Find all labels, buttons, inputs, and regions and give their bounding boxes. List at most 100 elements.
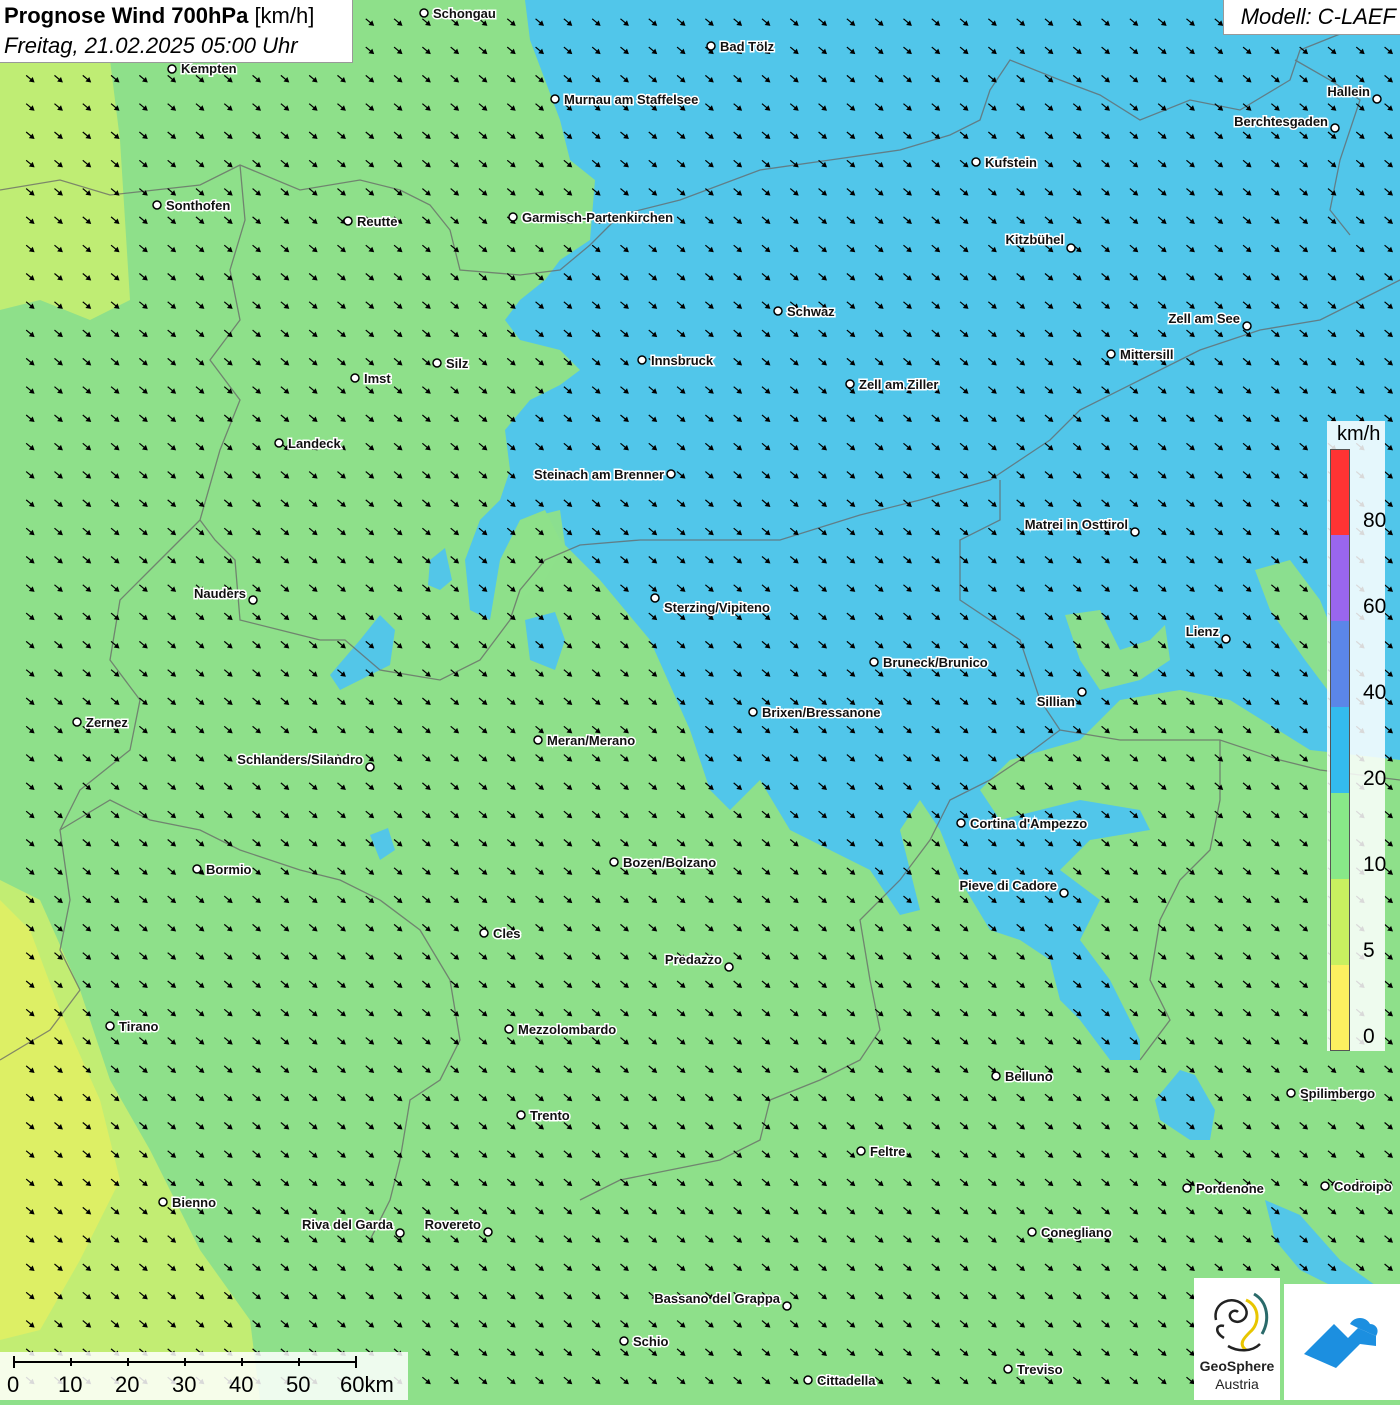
city-label: Cles xyxy=(493,926,520,941)
city-marker[interactable]: Steinach am Brenner xyxy=(532,466,676,484)
city-marker[interactable]: Brixen/Bressanone xyxy=(748,704,882,722)
city-dot-icon xyxy=(1372,94,1382,104)
legend-label: 0 xyxy=(1363,1025,1375,1048)
city-label: Landeck xyxy=(288,436,342,451)
city-dot-icon xyxy=(550,94,560,104)
legend-label: 40 xyxy=(1363,681,1387,704)
city-label: Lienz xyxy=(1186,624,1220,639)
weather-app-logo[interactable] xyxy=(1284,1284,1400,1400)
city-dot-icon xyxy=(706,41,716,51)
city-dot-icon xyxy=(782,1301,792,1311)
city-label: Reutte xyxy=(357,214,397,229)
city-dot-icon xyxy=(619,1336,629,1346)
legend-swatch-80 xyxy=(1331,450,1349,535)
city-marker[interactable]: Pordenone xyxy=(1182,1180,1265,1198)
city-dot-icon xyxy=(1242,321,1252,331)
city-dot-icon xyxy=(274,438,284,448)
title-unit: [km/h] xyxy=(254,3,315,28)
city-label: Mezzolombardo xyxy=(518,1022,616,1037)
city-label: Zell am See xyxy=(1168,311,1240,326)
scale-label: 10 xyxy=(58,1372,83,1397)
geosphere-subtitle: Austria xyxy=(1215,1376,1259,1392)
geosphere-swirl-icon xyxy=(1214,1292,1269,1352)
city-dot-icon xyxy=(1330,123,1340,133)
city-marker[interactable]: Mezzolombardo xyxy=(504,1021,618,1039)
city-dot-icon xyxy=(479,928,489,938)
geosphere-logo[interactable]: GeoSphere Austria xyxy=(1194,1278,1280,1400)
title-panel: Prognose Wind 700hPa [km/h] Freitag, 21.… xyxy=(0,0,353,63)
city-label: Kitzbühel xyxy=(1006,232,1065,247)
city-label: Silz xyxy=(446,356,469,371)
city-label: Sterzing/Vipiteno xyxy=(664,600,770,615)
city-dot-icon xyxy=(365,762,375,772)
color-legend: km/h 80 60 40 20 10 5 0 xyxy=(1327,421,1387,1051)
city-dot-icon xyxy=(1130,527,1140,537)
city-marker[interactable]: Bruneck/Brunico xyxy=(869,654,989,672)
city-label: Pieve di Cadore xyxy=(959,878,1057,893)
city-label: Bienno xyxy=(172,1195,216,1210)
legend-color-bar xyxy=(1330,449,1350,1051)
city-marker[interactable]: Zell am Ziller xyxy=(845,376,940,394)
city-dot-icon xyxy=(724,962,734,972)
city-label: Mittersill xyxy=(1120,347,1173,362)
city-dot-icon xyxy=(508,212,518,222)
legend-label: 60 xyxy=(1363,595,1387,618)
city-dot-icon xyxy=(856,1146,866,1156)
city-dot-icon xyxy=(666,469,676,479)
legend-swatch-20 xyxy=(1331,707,1349,793)
scale-label: 50 xyxy=(286,1372,311,1397)
city-dot-icon xyxy=(395,1228,405,1238)
city-label: Feltre xyxy=(870,1144,905,1159)
city-dot-icon xyxy=(1077,687,1087,697)
city-dot-icon xyxy=(748,707,758,717)
city-label: Murnau am Staffelsee xyxy=(564,92,698,107)
city-label: Tirano xyxy=(119,1019,159,1034)
city-dot-icon xyxy=(483,1227,493,1237)
city-label: Matrei in Osttirol xyxy=(1025,517,1128,532)
city-label: Cittadella xyxy=(817,1373,876,1388)
city-marker[interactable]: Garmisch-Partenkirchen xyxy=(508,209,675,227)
city-dot-icon xyxy=(971,157,981,167)
city-label: Zernez xyxy=(86,715,128,730)
city-label: Treviso xyxy=(1017,1362,1063,1377)
scale-label: 40 xyxy=(229,1372,254,1397)
legend-label: 80 xyxy=(1363,509,1387,532)
city-marker[interactable]: Bozen/Bolzano xyxy=(609,854,718,872)
city-label: Pordenone xyxy=(1196,1181,1264,1196)
city-dot-icon xyxy=(803,1375,813,1385)
city-dot-icon xyxy=(192,864,202,874)
city-dot-icon xyxy=(956,818,966,828)
city-label: Imst xyxy=(364,371,391,386)
city-dot-icon xyxy=(773,306,783,316)
city-dot-icon xyxy=(1059,888,1069,898)
map-title: Prognose Wind 700hPa [km/h] xyxy=(4,3,314,29)
weather-app-icon xyxy=(1304,1318,1378,1368)
city-marker[interactable]: Murnau am Staffelsee xyxy=(550,91,700,109)
city-label: Brixen/Bressanone xyxy=(762,705,881,720)
city-dot-icon xyxy=(504,1024,514,1034)
legend-swatch-40 xyxy=(1331,621,1349,707)
city-label: Bruneck/Brunico xyxy=(883,655,988,670)
scale-label: 60km xyxy=(340,1372,394,1397)
city-label: Zell am Ziller xyxy=(859,377,938,392)
city-dot-icon xyxy=(248,595,258,605)
city-dot-icon xyxy=(991,1071,1001,1081)
city-dot-icon xyxy=(432,358,442,368)
city-label: Innsbruck xyxy=(651,353,714,368)
city-label: Spilimbergo xyxy=(1300,1086,1375,1101)
city-label: Schio xyxy=(633,1334,668,1349)
city-label: Schongau xyxy=(433,6,496,21)
city-dot-icon xyxy=(105,1021,115,1031)
city-label: Trento xyxy=(530,1108,570,1123)
city-marker[interactable]: Cortina d'Ampezzo xyxy=(956,815,1089,833)
city-marker[interactable]: Conegliano xyxy=(1027,1224,1113,1242)
city-marker[interactable]: Spilimbergo xyxy=(1286,1085,1377,1103)
title-main: Prognose Wind 700hPa xyxy=(4,3,249,28)
city-label: Sonthofen xyxy=(166,198,230,213)
city-dot-icon xyxy=(1286,1088,1296,1098)
city-dot-icon xyxy=(1106,349,1116,359)
city-marker[interactable]: Meran/Merano xyxy=(533,732,637,750)
city-label: Nauders xyxy=(194,586,246,601)
city-label: Meran/Merano xyxy=(547,733,635,748)
city-label: Codroipo xyxy=(1334,1179,1392,1194)
